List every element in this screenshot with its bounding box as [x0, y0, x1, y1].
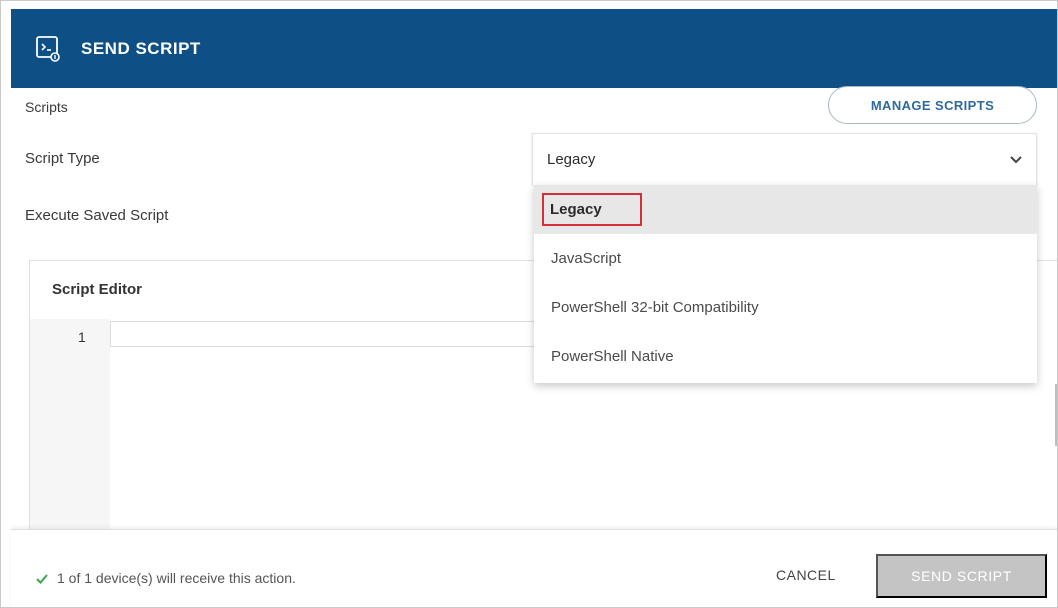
checkmark-icon: [35, 572, 49, 586]
script-type-value: Legacy: [547, 151, 596, 168]
option-label: Legacy: [542, 193, 642, 226]
send-script-dialog: SEND SCRIPT Scripts MANAGE SCRIPTS Scrip…: [0, 0, 1058, 608]
script-type-dropdown: Legacy JavaScript PowerShell 32-bit Comp…: [534, 185, 1037, 383]
chevron-down-icon[interactable]: [1008, 152, 1024, 168]
option-label: PowerShell Native: [551, 348, 674, 365]
dropdown-option-powershell-32bit[interactable]: PowerShell 32-bit Compatibility: [534, 283, 1037, 332]
dialog-header: SEND SCRIPT: [11, 9, 1057, 88]
cancel-button[interactable]: CANCEL: [776, 567, 836, 583]
execute-saved-script-label: Execute Saved Script: [25, 207, 169, 224]
dropdown-option-legacy[interactable]: Legacy: [534, 185, 1037, 234]
scripts-label: Scripts: [25, 99, 68, 115]
device-count-message: 1 of 1 device(s) will receive this actio…: [57, 570, 296, 586]
dropdown-option-powershell-native[interactable]: PowerShell Native: [534, 332, 1037, 381]
dialog-footer: 1 of 1 device(s) will receive this actio…: [11, 529, 1057, 607]
send-script-button[interactable]: SEND SCRIPT: [876, 554, 1047, 598]
option-label: PowerShell 32-bit Compatibility: [551, 299, 759, 316]
dropdown-option-javascript[interactable]: JavaScript: [534, 234, 1037, 283]
script-type-select[interactable]: Legacy: [532, 133, 1037, 185]
line-number-gutter: [30, 319, 110, 531]
code-editor-input[interactable]: [110, 321, 538, 347]
dialog-title: SEND SCRIPT: [81, 38, 201, 58]
script-terminal-icon: [33, 34, 63, 64]
line-number: 1: [78, 329, 86, 345]
option-label: JavaScript: [551, 250, 622, 267]
manage-scripts-button[interactable]: MANAGE SCRIPTS: [828, 86, 1037, 124]
script-editor-title: Script Editor: [52, 281, 143, 298]
script-type-label: Script Type: [25, 150, 100, 167]
